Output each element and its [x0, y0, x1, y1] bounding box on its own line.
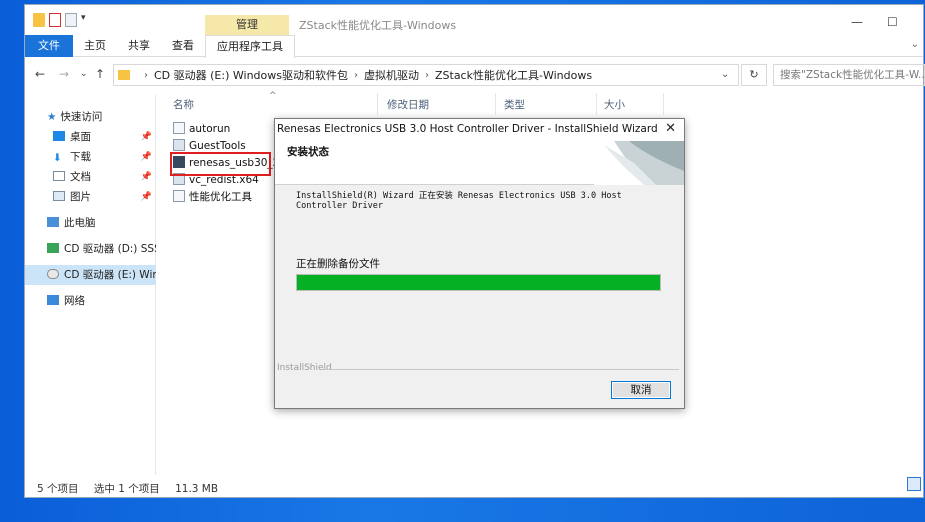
new-folder-icon[interactable]	[65, 13, 77, 27]
manage-tab[interactable]: 管理	[205, 15, 289, 35]
title-bar: ▾ 管理 ZStack性能优化工具-Windows — ☐	[25, 5, 923, 35]
column-header-modified[interactable]: 修改日期	[387, 97, 429, 112]
cd-drive-icon	[47, 243, 59, 253]
column-header-name[interactable]: 名称	[173, 97, 194, 112]
file-row[interactable]: autorun	[173, 121, 230, 138]
dialog-heading: 安装状态	[287, 146, 329, 158]
file-row[interactable]: 性能优化工具	[173, 189, 252, 206]
chevron-right-icon: ›	[353, 69, 358, 81]
properties-icon[interactable]	[49, 13, 61, 27]
expand-ribbon-icon[interactable]: ⌄	[911, 39, 919, 50]
install-status: 正在删除备份文件	[296, 258, 380, 270]
address-bar[interactable]: › CD 驱动器 (E:) Windows驱动和软件包 › 虚拟机驱动 › ZS…	[113, 64, 739, 86]
install-message: InstallShield(R) Wizard 正在安装 Renesas Ele…	[296, 191, 622, 211]
address-row: ← → ⌄ ↑ › CD 驱动器 (E:) Windows驱动和软件包 › 虚拟…	[25, 61, 925, 89]
file-icon	[173, 190, 185, 202]
up-arrow-icon[interactable]: ↑	[95, 67, 105, 81]
nav-desktop[interactable]: 桌面 📌	[25, 127, 156, 147]
nav-this-pc[interactable]: 此电脑	[25, 213, 156, 233]
nav-quick-access[interactable]: ★ 快速访问	[25, 107, 156, 127]
window-title: ZStack性能优化工具-Windows	[299, 19, 457, 32]
tab-view[interactable]: 查看	[161, 35, 205, 57]
quick-access-toolbar: ▾	[33, 13, 89, 27]
ribbon-tabs: 文件 主页 共享 查看 应用程序工具	[25, 35, 923, 58]
file-icon	[173, 122, 185, 134]
details-view-button[interactable]	[907, 477, 921, 491]
pin-icon[interactable]: 📌	[141, 167, 152, 187]
banner-art-icon	[594, 141, 684, 185]
maximize-button[interactable]: ☐	[887, 15, 898, 29]
address-dropdown-icon[interactable]: ⌄	[721, 69, 729, 80]
chevron-right-icon: ›	[424, 69, 429, 81]
download-icon: ⬇	[53, 152, 62, 164]
column-divider[interactable]	[377, 93, 378, 115]
selection-size: 11.3 MB	[175, 483, 219, 495]
column-divider[interactable]	[663, 93, 664, 115]
nav-downloads[interactable]: ⬇ 下载 📌	[25, 147, 156, 167]
cancel-button[interactable]: 取消	[611, 381, 671, 399]
nav-cd-drive-e[interactable]: CD 驱动器 (E:) Wind	[25, 265, 156, 285]
back-arrow-icon[interactable]: ←	[35, 67, 45, 81]
dialog-title-bar: Renesas Electronics USB 3.0 Host Control…	[275, 119, 684, 141]
dialog-title: Renesas Electronics USB 3.0 Host Control…	[277, 123, 658, 135]
folder-icon[interactable]	[33, 13, 45, 27]
forward-arrow-icon[interactable]: →	[59, 67, 69, 81]
column-header-size[interactable]: 大小	[604, 97, 625, 112]
chevron-right-icon: ›	[144, 69, 148, 81]
recent-locations-icon[interactable]: ⌄	[80, 69, 88, 79]
star-icon: ★	[47, 111, 57, 123]
navigation-pane: ★ 快速访问 桌面 📌 ⬇ 下载 📌 文档 📌 图片 📌 此电脑 CD 驱动器 (D…	[25, 95, 156, 475]
breadcrumb-drive-e[interactable]: CD 驱动器 (E:) Windows驱动和软件包	[154, 67, 348, 83]
pin-icon[interactable]: 📌	[141, 147, 152, 167]
tab-application-tools[interactable]: 应用程序工具	[205, 35, 295, 58]
selection-highlight	[170, 152, 271, 176]
tab-share[interactable]: 共享	[117, 35, 161, 57]
status-bar: 5 个项目 选中 1 个项目 11.3 MB	[37, 481, 230, 496]
dialog-banner: 安装状态	[275, 141, 684, 185]
nav-cd-drive-d[interactable]: CD 驱动器 (D:) SSS_	[25, 239, 156, 259]
tab-file[interactable]: 文件	[25, 35, 73, 57]
column-divider[interactable]	[596, 93, 597, 115]
sort-ascending-icon: ^	[269, 91, 277, 101]
setup-icon	[173, 139, 185, 151]
computer-icon	[47, 217, 59, 227]
minimize-button[interactable]: —	[851, 15, 863, 29]
divider	[323, 369, 679, 370]
refresh-button[interactable]: ↻	[741, 64, 767, 86]
network-icon	[47, 295, 59, 305]
close-icon[interactable]: ✕	[665, 121, 676, 136]
customize-toolbar-icon[interactable]: ▾	[81, 13, 89, 27]
search-input[interactable]: 搜索"ZStack性能优化工具-W...	[773, 64, 925, 86]
breadcrumb-zstack-tools[interactable]: ZStack性能优化工具-Windows	[435, 67, 592, 83]
desktop-icon	[53, 131, 65, 141]
installshield-dialog: Renesas Electronics USB 3.0 Host Control…	[274, 118, 685, 409]
breadcrumb-vm-drivers[interactable]: 虚拟机驱动	[364, 67, 419, 83]
pictures-icon	[53, 191, 65, 201]
pin-icon[interactable]: 📌	[141, 187, 152, 207]
documents-icon	[53, 171, 65, 181]
nav-documents[interactable]: 文档 📌	[25, 167, 156, 187]
nav-pictures[interactable]: 图片 📌	[25, 187, 156, 207]
folder-icon	[118, 70, 130, 80]
tab-home[interactable]: 主页	[73, 35, 117, 57]
install-progress-bar	[296, 274, 661, 291]
cd-drive-icon	[47, 269, 59, 279]
item-count: 5 个项目	[37, 483, 79, 495]
column-divider[interactable]	[495, 93, 496, 115]
selection-count: 选中 1 个项目	[93, 483, 160, 495]
installshield-label: InstallShield	[277, 363, 332, 373]
dialog-body: InstallShield(R) Wizard 正在安装 Renesas Ele…	[275, 186, 684, 410]
pin-icon[interactable]: 📌	[141, 127, 152, 147]
column-header-type[interactable]: 类型	[504, 97, 525, 112]
nav-network[interactable]: 网络	[25, 291, 156, 311]
progress-fill	[297, 275, 660, 290]
